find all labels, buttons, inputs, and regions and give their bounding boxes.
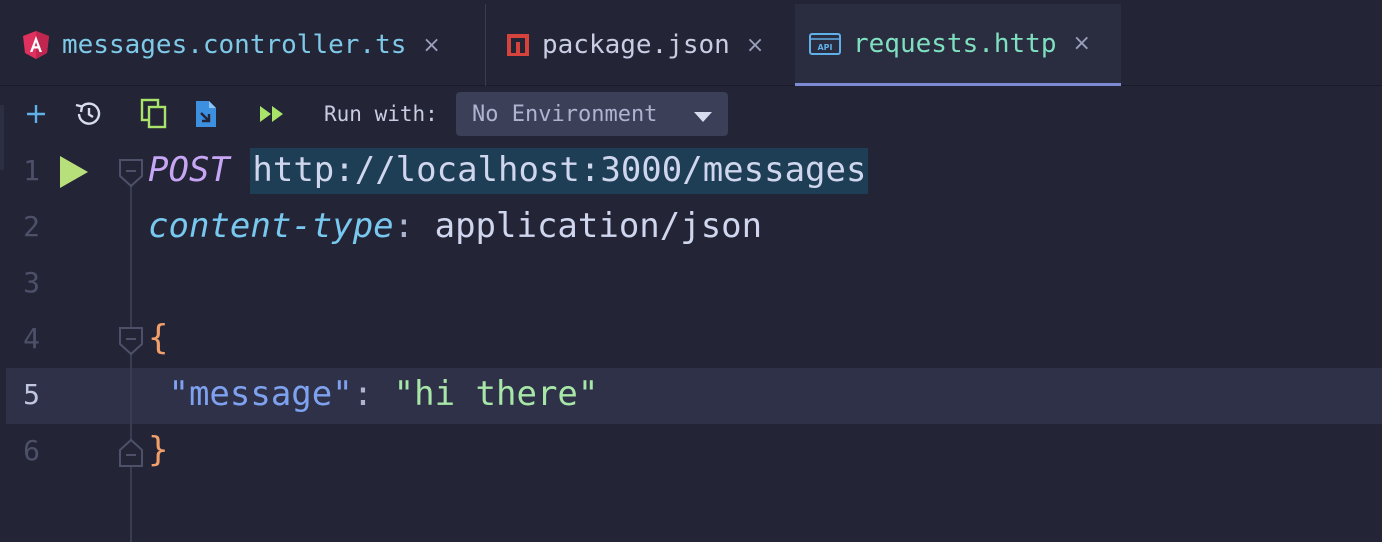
code-line: POST http://localhost:3000/messages (148, 148, 869, 194)
fold-icon[interactable] (118, 326, 144, 360)
line-number: 5 (23, 378, 40, 411)
run-request-icon[interactable] (58, 154, 90, 194)
close-icon[interactable]: × (746, 33, 764, 58)
json-key: "message" (168, 374, 353, 414)
history-icon (75, 102, 101, 125)
environment-select[interactable]: No Environment (456, 92, 728, 136)
tab-messages-controller[interactable]: messages.controller.ts × (22, 4, 486, 86)
tab-label: requests.http (853, 28, 1057, 59)
angular-icon (22, 30, 50, 60)
add-request-icon (27, 105, 45, 123)
open-brace: { (148, 318, 169, 358)
editor-line: 4 { (0, 312, 1382, 368)
http-method: POST (148, 150, 230, 190)
header-name: content-type (148, 206, 394, 246)
header-separator: : (393, 206, 415, 246)
close-icon[interactable]: × (422, 33, 440, 58)
code-line: "message": "hi there" (148, 374, 598, 414)
copy-icon (140, 98, 167, 129)
http-client-toolbar: Run with: No Environment (0, 88, 1382, 140)
request-url: http://localhost:3000/messages (250, 148, 869, 194)
environment-value: No Environment (472, 101, 658, 127)
fold-end-icon[interactable] (118, 438, 144, 472)
json-value: "hi there" (393, 374, 599, 414)
run-all-button[interactable] (256, 98, 288, 130)
run-with-label: Run with: (324, 102, 438, 126)
copy-button[interactable] (138, 98, 170, 130)
svg-text:API: API (817, 43, 832, 52)
close-brace: } (148, 430, 169, 470)
tab-package-json[interactable]: package.json × (488, 4, 794, 86)
line-number: 1 (23, 154, 40, 187)
tab-label: package.json (542, 30, 730, 60)
code-line: { (148, 318, 168, 358)
line-number: 3 (23, 266, 40, 299)
tab-bar: messages.controller.ts × package.json × … (0, 0, 1382, 86)
code-editor[interactable]: 1 POST http://localhost:3000/messages 2 … (0, 144, 1382, 542)
header-value: application/json (414, 206, 763, 246)
history-button[interactable] (72, 98, 104, 130)
run-all-icon (260, 106, 283, 122)
tab-requests-http[interactable]: API requests.http × (795, 4, 1121, 86)
editor-line: 3 (0, 256, 1382, 312)
npm-icon (506, 33, 530, 57)
line-number: 4 (23, 322, 40, 355)
editor-line: 5 "message": "hi there" (0, 368, 1382, 424)
line-number: 6 (23, 434, 40, 467)
editor-line: 1 POST http://localhost:3000/messages (0, 144, 1382, 200)
code-line: content-type: application/json (148, 206, 762, 246)
api-icon: API (809, 32, 841, 56)
json-separator: : (352, 374, 394, 414)
chevron-down-icon (694, 108, 712, 127)
add-request-button[interactable] (20, 98, 52, 130)
tab-label: messages.controller.ts (62, 30, 407, 60)
fold-icon[interactable] (118, 158, 144, 192)
close-icon[interactable]: × (1073, 31, 1091, 56)
editor-line: 2 content-type: application/json (0, 200, 1382, 256)
import-file-button[interactable] (190, 98, 222, 130)
editor-line: 6 } (0, 424, 1382, 480)
line-number: 2 (23, 210, 40, 243)
import-file-icon (196, 101, 216, 127)
code-line: } (148, 430, 168, 470)
